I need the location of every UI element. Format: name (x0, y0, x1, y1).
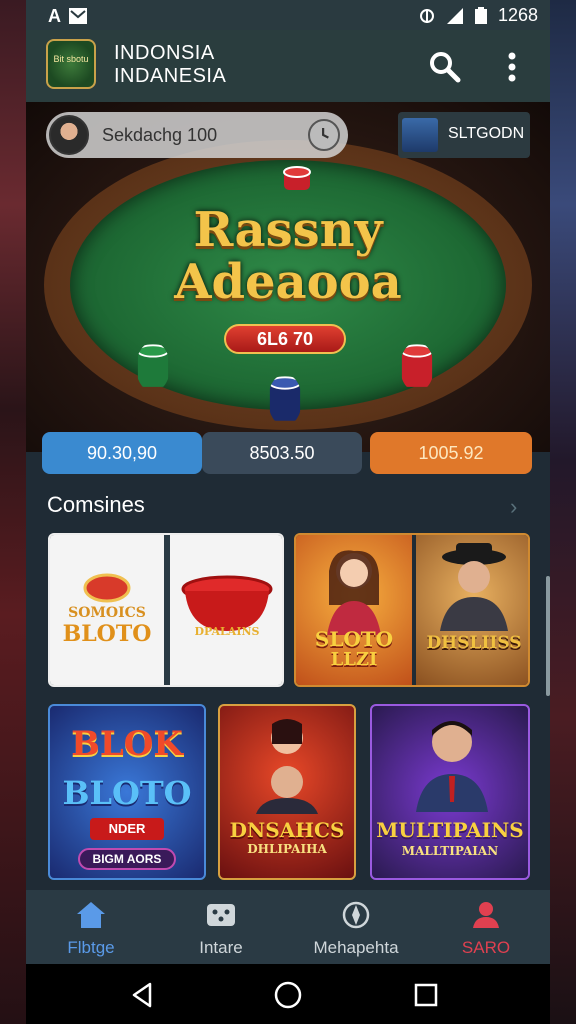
character-man-hat (440, 543, 508, 631)
game-label: BLOK (71, 724, 183, 764)
nav-label: Mehapehta (313, 938, 399, 957)
game-tag-2: BIGM AORS (78, 848, 176, 870)
nav-item-explore[interactable]: Mehapehta (296, 890, 416, 964)
app-title: INDONSIA INDANESIA (114, 42, 226, 88)
game-card-2[interactable]: SLOTO LLZI DHSLIISS (294, 533, 530, 687)
gmail-icon (69, 8, 88, 24)
game-card-dnsahcs[interactable]: DNSAHCS DHLIPAIHA (218, 704, 356, 880)
game-label-sub: LLZI (330, 649, 378, 670)
jackpot-badge: 6L6 70 (224, 324, 346, 354)
profile-icon (473, 902, 499, 928)
dice-icon (207, 904, 235, 926)
compass-icon (342, 901, 370, 929)
chip-stack-red (400, 344, 434, 387)
cell-signal-icon (446, 7, 463, 24)
nav-item-profile[interactable]: SARO (426, 890, 546, 964)
game-label: DHSLIISS (426, 633, 522, 653)
background-right (550, 0, 576, 1024)
game-label: SOMOICS (68, 605, 146, 621)
game-label: DPALAINS (194, 625, 260, 638)
chip-stack-top (283, 166, 311, 190)
more-options-icon[interactable] (500, 50, 524, 84)
opponent-pill[interactable]: SLTGODN (398, 112, 530, 158)
battery-icon (474, 6, 487, 24)
game-label-sub: MALLTIPAIAN (401, 844, 499, 858)
status-right: 1268 (418, 5, 538, 26)
character-duo (256, 719, 318, 814)
bottom-nav: Flbtge Intare Mehapehta SARO (26, 890, 550, 964)
system-nav-bar (26, 964, 550, 1024)
nav-label: SARO (461, 938, 511, 957)
clock-icon[interactable] (308, 119, 340, 151)
opponent-avatar (402, 118, 438, 152)
clock-time: 1268 (497, 5, 538, 25)
game-tile-dhsliiss[interactable]: DHSLIISS (416, 535, 528, 685)
chip-stack-blue (268, 376, 302, 421)
game-tile-sloto[interactable]: SLOTO LLZI (296, 535, 412, 685)
app-title-line1: INDONSIA (114, 42, 215, 64)
signal-boost-icon (419, 8, 434, 23)
opponent-name: SLTGODN (448, 125, 525, 142)
game-label-sub: BLOTO (62, 774, 192, 812)
status-bar: A 1268 (26, 0, 550, 30)
hero-title-line2: Adeaooa (174, 254, 402, 310)
game-label: MULTIPAINS (376, 818, 524, 842)
stat-winnings[interactable]: 8503.50 (202, 432, 362, 474)
app-logo[interactable]: Bit sbotu (46, 39, 96, 89)
roulette-icon (83, 573, 131, 603)
game-tag: NDER (90, 818, 164, 840)
status-left-icons: A (48, 6, 88, 27)
app-bar: Bit sbotu INDONSIA INDANESIA (26, 30, 550, 102)
home-icon (77, 902, 105, 928)
home-circle-icon[interactable] (274, 981, 302, 1009)
chip-stack-green (136, 344, 170, 387)
chevron-right-icon[interactable]: › (510, 494, 530, 519)
app-title-line2: INDANESIA (114, 65, 227, 87)
stat-bonus[interactable]: 1005.92 (370, 432, 532, 474)
background-left (0, 0, 26, 1024)
user-pill[interactable]: Sekdachg 100 (46, 112, 348, 158)
avatar (49, 115, 89, 155)
character-host (416, 721, 488, 812)
game-label: DNSAHCS (229, 818, 345, 842)
search-icon[interactable] (428, 50, 462, 84)
game-card-blok[interactable]: BLOK BLOTO NDER BIGM AORS (48, 704, 206, 880)
app-notification-icon: A (48, 6, 61, 26)
recents-icon[interactable] (414, 983, 438, 1007)
game-tile-somoics[interactable]: SOMOICS BLOTO (50, 535, 164, 685)
nav-item-dice[interactable]: Intare (166, 890, 276, 964)
back-icon[interactable] (130, 982, 154, 1008)
game-label: SLOTO (314, 627, 394, 651)
nav-label: Intare (199, 938, 243, 957)
game-label-sub: DHLIPAIHA (247, 842, 327, 856)
user-name: Sekdachg 100 (102, 125, 218, 145)
nav-label: Flbtge (67, 938, 115, 957)
game-card-multipains[interactable]: MULTIPAINS MALLTIPAIAN (370, 704, 530, 880)
section-title: Comsines (47, 492, 145, 517)
hero-title-line1: Rassny (193, 202, 383, 258)
scrollbar-handle[interactable] (546, 576, 550, 696)
game-tile-dpalains[interactable]: DPALAINS (170, 535, 282, 685)
nav-item-home[interactable]: Flbtge (36, 890, 146, 964)
phone-screen: A 1268 Bit sbotu INDONSIA INDANESIA Rass… (26, 0, 550, 1024)
stats-bar: 90.30,90 8503.50 1005.92 (42, 432, 532, 474)
game-label-sub: BLOTO (62, 621, 152, 647)
character-woman (327, 550, 381, 635)
stat-balance[interactable]: 90.30,90 (42, 432, 202, 474)
logo-text: Bit sbotu (53, 54, 89, 64)
game-card-1[interactable]: SOMOICS BLOTO DPALAINS (48, 533, 284, 687)
